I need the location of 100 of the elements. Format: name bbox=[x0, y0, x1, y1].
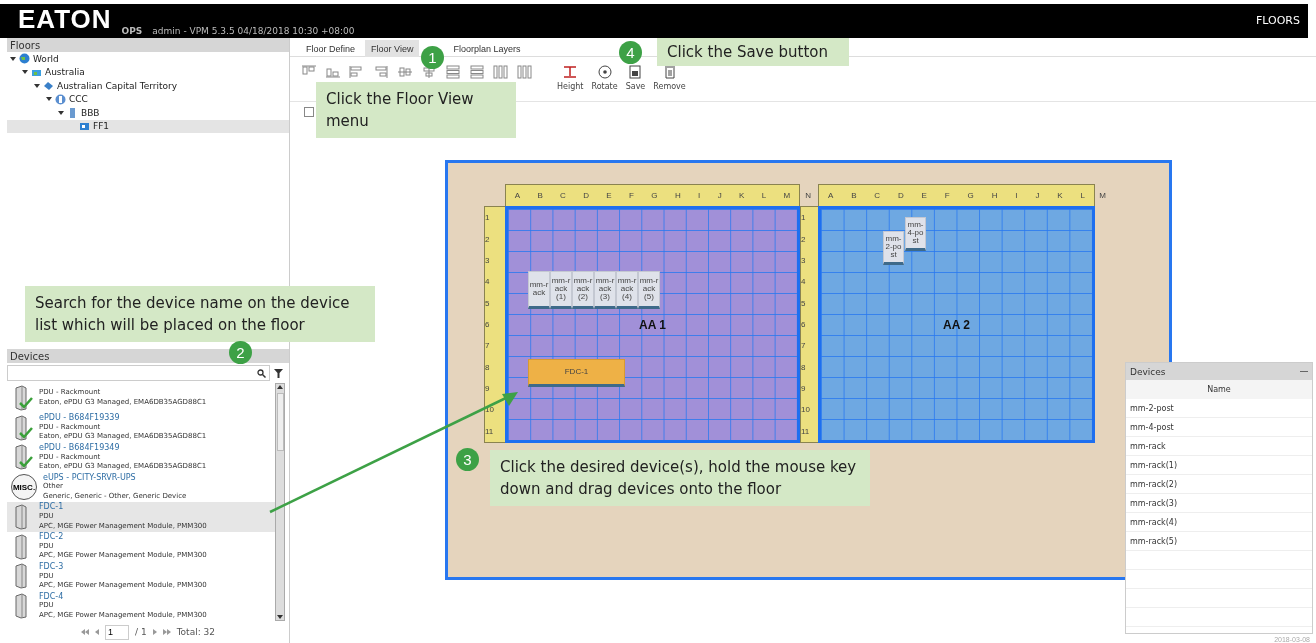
row-label: 8 bbox=[801, 362, 807, 372]
page-count: / 1 bbox=[135, 627, 147, 637]
column-label: J bbox=[717, 191, 722, 200]
row-label: 4 bbox=[485, 277, 491, 287]
table-row[interactable]: mm-rack(3) bbox=[1126, 494, 1312, 513]
row-label: 11 bbox=[801, 426, 811, 436]
table-row[interactable]: mm-rack(2) bbox=[1126, 475, 1312, 494]
rack-block[interactable]: mm-rack(5) bbox=[638, 271, 660, 309]
tree-item[interactable]: CCC bbox=[7, 92, 289, 106]
column-label: I bbox=[698, 191, 701, 200]
rack-block[interactable]: mm-rack(4) bbox=[616, 271, 638, 309]
pdu-block[interactable]: FDC-1 bbox=[528, 359, 625, 387]
column-label: L bbox=[761, 191, 767, 200]
toolbar-button[interactable]: Remove bbox=[652, 65, 687, 95]
row-label: 3 bbox=[485, 255, 491, 265]
row-label: 3 bbox=[801, 255, 807, 265]
table-row[interactable]: mm-4-post bbox=[1126, 418, 1312, 437]
logo: EATON bbox=[18, 3, 112, 36]
column-label: I bbox=[1015, 191, 1018, 200]
callout-note: Search for the device name on the device list which will be placed on the floor bbox=[25, 286, 375, 342]
step-badge: 1 bbox=[421, 46, 444, 69]
table-row[interactable]: mm-rack(4) bbox=[1126, 513, 1312, 532]
row-label: 11 bbox=[485, 426, 495, 436]
column-label: F bbox=[944, 191, 950, 200]
tab[interactable]: Floor View bbox=[365, 40, 420, 57]
total-count: Total: 32 bbox=[176, 627, 215, 637]
row-label: 8 bbox=[485, 362, 491, 372]
device-name[interactable]: FDC-3 bbox=[39, 562, 207, 572]
zone-name: AA 1 bbox=[639, 317, 666, 332]
column-label: D bbox=[583, 191, 589, 200]
device-name[interactable]: ePDU - B684F19349 bbox=[39, 443, 207, 453]
panel-title: Floors bbox=[7, 38, 289, 52]
row-label: 9 bbox=[801, 384, 807, 394]
rack-block[interactable]: mm-4-post bbox=[905, 217, 926, 251]
row-label: 9 bbox=[485, 384, 491, 394]
table-row[interactable]: mm-2-post bbox=[1126, 399, 1312, 418]
row-label: 6 bbox=[485, 319, 491, 329]
rack-block[interactable]: mm-rack(3) bbox=[594, 271, 616, 309]
device-name[interactable]: FDC-1 bbox=[39, 502, 207, 513]
device-name[interactable]: ePDU - B684F19339 bbox=[39, 413, 207, 423]
column-label: B bbox=[851, 191, 857, 200]
tree-item[interactable]: FF1 bbox=[7, 119, 289, 133]
popup-title: Devices bbox=[1130, 366, 1166, 377]
rack-block[interactable]: mm-rack(2) bbox=[572, 271, 594, 309]
row-label: 2 bbox=[801, 234, 807, 244]
callout-note: Click the Floor View menu bbox=[316, 82, 516, 138]
row-label: 7 bbox=[801, 341, 807, 351]
tree-item[interactable]: Australia bbox=[7, 65, 289, 79]
table-row[interactable]: mm-rack bbox=[1126, 437, 1312, 456]
device-name[interactable]: FDC-2 bbox=[39, 532, 207, 542]
column-label: N bbox=[805, 191, 811, 200]
row-label: 6 bbox=[801, 319, 807, 329]
column-label: B bbox=[537, 191, 543, 200]
column-label: D bbox=[897, 191, 904, 200]
column-label: C bbox=[874, 191, 881, 200]
column-label: G bbox=[967, 191, 974, 200]
toolbar-button[interactable]: Rotate bbox=[590, 65, 619, 95]
page-field[interactable]: 1 bbox=[105, 624, 129, 640]
misc-icon: MISC. bbox=[11, 474, 37, 501]
row-label: 1 bbox=[485, 213, 491, 223]
rack-block[interactable]: mm-rack(1) bbox=[550, 271, 572, 309]
column-header: Name bbox=[1126, 380, 1312, 399]
row-label: 5 bbox=[485, 298, 491, 308]
column-label: G bbox=[651, 191, 658, 200]
column-label: M bbox=[783, 191, 791, 200]
row-label: 1 bbox=[801, 213, 807, 223]
column-label: C bbox=[560, 191, 566, 200]
rack-block[interactable]: mm-rack bbox=[528, 271, 550, 309]
step-badge: 2 bbox=[229, 341, 252, 364]
section-title: FLOORS bbox=[1256, 13, 1300, 27]
column-label: E bbox=[606, 191, 612, 200]
callout-note: Click the desired device(s), hold the mouse key down and drag devices onto the floor bbox=[490, 450, 870, 506]
table-row[interactable]: mm-rack(5) bbox=[1126, 532, 1312, 551]
column-label: H bbox=[991, 191, 998, 200]
tab[interactable]: Floor Define bbox=[300, 40, 362, 57]
device-name[interactable]: eUPS - PCITY-SRVR-UPS bbox=[43, 472, 187, 483]
column-label: A bbox=[827, 191, 834, 200]
table-row[interactable]: mm-rack(1) bbox=[1126, 456, 1312, 475]
toolbar-button[interactable]: Save bbox=[624, 65, 647, 95]
column-label: A bbox=[514, 191, 520, 200]
tree-item[interactable]: BBB bbox=[7, 106, 289, 120]
tab[interactable]: Floorplan Layers bbox=[447, 40, 527, 57]
row-label: 4 bbox=[801, 277, 807, 287]
toolbar-button[interactable]: Height bbox=[556, 65, 585, 95]
zone-name: AA 2 bbox=[943, 317, 970, 332]
column-label: K bbox=[1057, 191, 1063, 200]
row-label: 10 bbox=[801, 405, 811, 415]
column-label: J bbox=[1035, 191, 1040, 200]
step-badge: 4 bbox=[619, 41, 642, 64]
session-info: admin - VPM 5.3.5 04/18/2018 10:30 +08:00 bbox=[152, 26, 355, 36]
device-name[interactable]: FDC-4 bbox=[39, 591, 207, 602]
tree-item[interactable]: Australian Capital Territory bbox=[7, 79, 289, 93]
rack-block[interactable]: mm-2-post bbox=[883, 231, 904, 265]
column-label: M bbox=[1099, 191, 1106, 200]
column-label: E bbox=[921, 191, 927, 200]
column-label: L bbox=[1080, 191, 1085, 200]
row-label: 5 bbox=[801, 298, 807, 308]
tree-item[interactable]: World bbox=[7, 52, 289, 66]
column-label: F bbox=[629, 191, 634, 200]
row-label: 7 bbox=[485, 341, 491, 351]
